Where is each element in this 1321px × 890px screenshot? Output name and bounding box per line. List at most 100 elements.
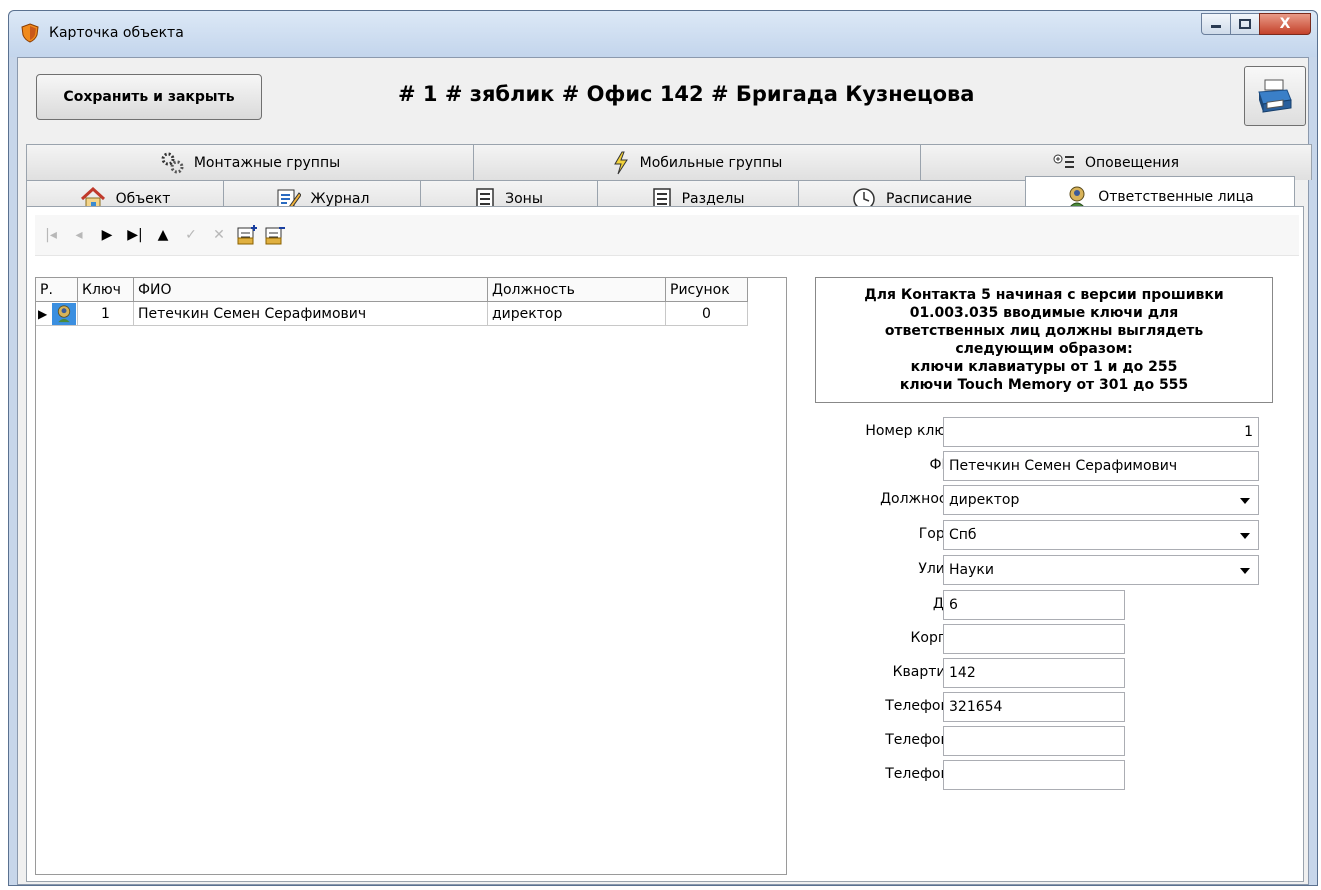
add-file-icon bbox=[237, 225, 257, 245]
prior-icon: ◂ bbox=[75, 227, 83, 243]
fio-cell: Петечкин Семен Серафимович bbox=[134, 302, 488, 326]
key-row: Номер ключа 1 bbox=[815, 417, 1285, 447]
phone3-field[interactable] bbox=[943, 760, 1125, 790]
street-value: Науки bbox=[949, 562, 994, 578]
info-line: ответственных лиц должны выглядеть bbox=[884, 323, 1204, 339]
row-pointer-icon: ▶ bbox=[38, 307, 48, 321]
column-header[interactable]: ФИО bbox=[134, 278, 488, 302]
post-button[interactable]: ✓ bbox=[179, 223, 203, 247]
app-window: Карточка объекта X Сохранить и закрыть #… bbox=[8, 10, 1318, 886]
next-icon: ▶ bbox=[101, 227, 113, 243]
person-picture-icon bbox=[52, 303, 76, 325]
building-field[interactable] bbox=[943, 624, 1125, 654]
apartment-field[interactable]: 142 bbox=[943, 658, 1125, 688]
insert-icon: ▲ bbox=[157, 227, 169, 243]
phone2-field[interactable] bbox=[943, 726, 1125, 756]
position-select[interactable]: директор bbox=[943, 485, 1259, 515]
column-header[interactable]: Ключ bbox=[78, 278, 134, 302]
persons-grid[interactable]: Р. Ключ ФИО Должность Рисунок ▶ 1 Петечк… bbox=[35, 277, 787, 875]
tab-row-upper: Монтажные группы Мобильные группы Оповещ… bbox=[26, 144, 1312, 180]
tab-mobile-groups[interactable]: Мобильные группы bbox=[473, 144, 921, 180]
save-and-close-button[interactable]: Сохранить и закрыть bbox=[36, 74, 262, 120]
notify-icon bbox=[1053, 154, 1075, 172]
tab-mounting-groups[interactable]: Монтажные группы bbox=[26, 144, 474, 180]
street-select[interactable]: Науки bbox=[943, 555, 1259, 585]
picture-cell: 0 bbox=[666, 302, 748, 326]
last-record-button[interactable]: ▶| bbox=[123, 223, 147, 247]
column-header[interactable]: Должность bbox=[488, 278, 666, 302]
info-line: ключи Touch Memory от 301 до 555 bbox=[899, 377, 1189, 393]
dropdown-arrow-icon[interactable] bbox=[1240, 568, 1250, 574]
first-record-button[interactable]: |◂ bbox=[39, 223, 63, 247]
maximize-button[interactable] bbox=[1230, 13, 1260, 35]
cancel-button[interactable]: ✕ bbox=[207, 223, 231, 247]
key-cell: 1 bbox=[78, 302, 134, 326]
lightning-icon bbox=[612, 151, 630, 175]
fio-row: ФИО Петечкин Семен Серафимович bbox=[815, 451, 1285, 481]
remove-file-button[interactable] bbox=[263, 223, 287, 247]
tab-notifications[interactable]: Оповещения bbox=[920, 144, 1312, 180]
position-row: Должность директор bbox=[815, 485, 1285, 515]
shield-app-icon bbox=[21, 23, 39, 43]
insert-record-button[interactable]: ▲ bbox=[151, 223, 175, 247]
position-value: директор bbox=[949, 492, 1020, 508]
maximize-icon bbox=[1239, 19, 1251, 29]
add-file-button[interactable] bbox=[235, 223, 259, 247]
close-icon: X bbox=[1279, 16, 1291, 32]
info-line: Для Контакта 5 начиная с версии прошивки bbox=[864, 287, 1224, 303]
grid-header: Р. Ключ ФИО Должность Рисунок bbox=[36, 278, 786, 302]
minimize-icon bbox=[1211, 25, 1221, 28]
street-row: Улица Науки bbox=[815, 555, 1285, 585]
navigator-toolbar: |◂ ◂ ▶ ▶| ▲ ✓ ✕ bbox=[35, 215, 1299, 256]
minimize-button[interactable] bbox=[1201, 13, 1231, 35]
apartment-row: Квартира 142 bbox=[815, 658, 1285, 688]
tab-label: Ответственные лица bbox=[1098, 188, 1254, 205]
responsible-persons-panel: |◂ ◂ ▶ ▶| ▲ ✓ ✕ Р. Ключ ФИО Должность Ри… bbox=[26, 206, 1304, 882]
key-number-field[interactable]: 1 bbox=[943, 417, 1259, 447]
house-field[interactable]: 6 bbox=[943, 590, 1125, 620]
close-button[interactable]: X bbox=[1259, 13, 1311, 35]
phone1-row: Телефон 1 321654 bbox=[815, 692, 1285, 722]
first-icon: |◂ bbox=[45, 227, 57, 243]
city-value: Спб bbox=[949, 527, 977, 543]
row-indicator-cell: ▶ bbox=[36, 302, 78, 326]
object-title: # 1 # зяблик # Офис 142 # Бригада Кузнец… bbox=[398, 82, 975, 106]
client-area: Сохранить и закрыть # 1 # зяблик # Офис … bbox=[17, 57, 1312, 885]
window-controls: X bbox=[1201, 13, 1311, 35]
table-row[interactable]: ▶ 1 Петечкин Семен Серафимович директор … bbox=[36, 302, 786, 326]
header: Сохранить и закрыть # 1 # зяблик # Офис … bbox=[18, 58, 1308, 138]
person-icon bbox=[1066, 185, 1088, 209]
dropdown-arrow-icon[interactable] bbox=[1240, 533, 1250, 539]
cancel-icon: ✕ bbox=[213, 227, 225, 243]
tab-label: Зоны bbox=[505, 190, 543, 207]
gears-icon bbox=[160, 151, 184, 175]
phone1-field[interactable]: 321654 bbox=[943, 692, 1125, 722]
title-bar: Карточка объекта X bbox=[9, 11, 1317, 57]
info-line: 01.003.035 вводимые ключи для bbox=[909, 305, 1179, 321]
check-icon: ✓ bbox=[185, 227, 197, 243]
fio-field[interactable]: Петечкин Семен Серафимович bbox=[943, 451, 1259, 481]
printer-icon bbox=[1258, 79, 1292, 113]
dropdown-arrow-icon[interactable] bbox=[1240, 498, 1250, 504]
tab-label: Расписание bbox=[885, 190, 973, 207]
building-row: Корпус bbox=[815, 624, 1285, 654]
next-record-button[interactable]: ▶ bbox=[95, 223, 119, 247]
column-header[interactable]: Р. bbox=[36, 278, 78, 302]
house-row: Дом 6 bbox=[815, 590, 1285, 620]
prior-record-button[interactable]: ◂ bbox=[67, 223, 91, 247]
phone3-row: Телефон 3 bbox=[815, 760, 1285, 790]
window-title: Карточка объекта bbox=[49, 25, 184, 41]
remove-file-icon bbox=[265, 227, 285, 245]
position-cell: директор bbox=[488, 302, 666, 326]
last-icon: ▶| bbox=[127, 227, 143, 243]
firmware-info-box: Для Контакта 5 начиная с версии прошивки… bbox=[815, 277, 1273, 403]
print-button[interactable] bbox=[1244, 66, 1306, 126]
column-header[interactable]: Рисунок bbox=[666, 278, 748, 302]
tab-label: Оповещения bbox=[1084, 154, 1180, 171]
city-row: Город Спб bbox=[815, 520, 1285, 550]
tab-label: Мобильные группы bbox=[639, 154, 783, 171]
tab-label: Монтажные группы bbox=[193, 154, 341, 171]
city-select[interactable]: Спб bbox=[943, 520, 1259, 550]
tab-label: Объект bbox=[115, 190, 171, 207]
tab-label: Журнал bbox=[310, 190, 370, 207]
